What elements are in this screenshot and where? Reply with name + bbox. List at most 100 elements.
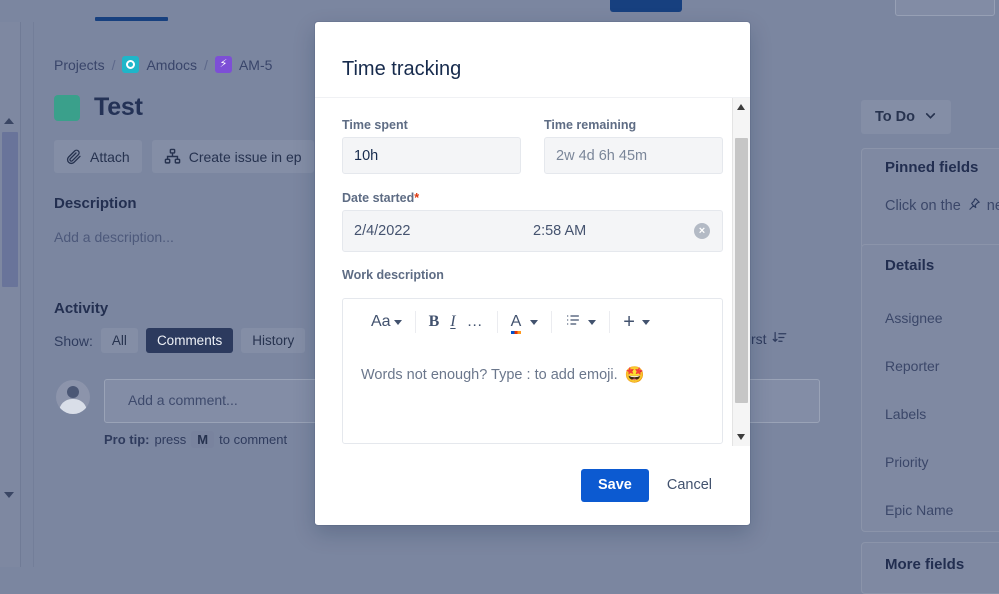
work-description-textarea[interactable]: Words not enough? Type : to add emoji. 🤩 xyxy=(343,345,722,405)
detail-field-assignee[interactable]: Assignee xyxy=(885,310,943,326)
description-placeholder[interactable]: Add a description... xyxy=(54,229,174,245)
clear-date-icon[interactable]: × xyxy=(694,223,710,239)
attach-button[interactable]: Attach xyxy=(54,140,142,173)
description-heading: Description xyxy=(54,195,137,212)
pro-tip-mid: press xyxy=(154,432,187,447)
pinned-desc-pre: Click on the xyxy=(885,198,961,214)
pro-tip-hint: Pro tip: press M to comment xyxy=(104,431,287,448)
toolbar-group-textstyle: Aa xyxy=(359,313,415,331)
project-avatar-icon xyxy=(122,56,140,73)
breadcrumb-separator-1: / xyxy=(111,56,116,73)
work-description-editor[interactable]: Aa B I … A + Words not enough? Type: to… xyxy=(342,298,723,444)
toolbar-group-lists xyxy=(552,312,609,332)
chevron-down-icon xyxy=(588,319,597,325)
breadcrumb-projects-link[interactable]: Projects xyxy=(54,57,105,73)
text-color-icon: A xyxy=(510,313,522,334)
detail-field-priority[interactable]: Priority xyxy=(885,454,929,470)
time-spent-group: Time spent xyxy=(342,118,521,174)
sort-descending-icon xyxy=(772,330,787,348)
pin-icon xyxy=(967,197,981,215)
detail-field-labels[interactable]: Labels xyxy=(885,406,926,422)
create-issue-in-epic-label: Create issue in ep xyxy=(188,148,302,165)
insert-button[interactable]: + xyxy=(623,312,650,332)
date-started-time-value[interactable]: 2:58 AM xyxy=(533,223,586,239)
detail-field-epic-name[interactable]: Epic Name xyxy=(885,502,953,518)
issue-title-row: Test xyxy=(54,93,143,122)
time-fields-row: Time spent Time remaining xyxy=(342,118,723,174)
details-title: Details xyxy=(885,257,935,274)
modal-vertical-scrollbar[interactable] xyxy=(732,98,750,446)
epic-type-icon: ⚡ xyxy=(214,56,232,73)
bulleted-list-icon xyxy=(565,312,581,332)
date-started-label: Date started* xyxy=(342,191,723,205)
scrollbar-thumb[interactable] xyxy=(2,132,18,287)
star-struck-emoji-icon: 🤩 xyxy=(624,367,645,384)
modal-scroll-down-arrow-icon[interactable] xyxy=(737,434,745,440)
pinned-desc-post: nex xyxy=(986,198,999,214)
cancel-button[interactable]: Cancel xyxy=(657,469,722,502)
chevron-down-icon xyxy=(530,319,539,325)
content-divider xyxy=(33,22,34,567)
detail-field-reporter[interactable]: Reporter xyxy=(885,358,939,374)
activity-sort-control[interactable]: first xyxy=(744,330,787,348)
time-tracking-modal: Time tracking Time spent Time remaining … xyxy=(315,22,750,525)
scroll-down-arrow-icon[interactable] xyxy=(4,492,14,498)
activity-filter-group: Show: All Comments History xyxy=(54,328,306,353)
more-formatting-button[interactable]: … xyxy=(467,314,484,329)
avatar xyxy=(56,380,90,414)
italic-button[interactable]: I xyxy=(450,313,455,331)
toolbar-group-inline: B I … xyxy=(416,313,497,331)
active-nav-tab-indicator[interactable] xyxy=(95,17,168,21)
lists-button[interactable] xyxy=(565,312,597,332)
modal-header: Time tracking xyxy=(315,22,750,98)
activity-filter-all[interactable]: All xyxy=(100,328,138,353)
chevron-down-icon xyxy=(393,319,402,325)
work-description-placeholder: Words not enough? Type : to add emoji. xyxy=(361,367,618,383)
activity-filter-history[interactable]: History xyxy=(241,328,306,353)
breadcrumb-issue-key-link[interactable]: AM-5 xyxy=(239,57,272,73)
text-style-button[interactable]: Aa xyxy=(371,313,402,331)
modal-scrollbar-thumb[interactable] xyxy=(735,138,748,403)
create-issue-in-epic-button[interactable]: Create issue in ep xyxy=(151,140,314,173)
save-button[interactable]: Save xyxy=(580,468,649,502)
chevron-down-icon xyxy=(924,109,937,126)
pinned-fields-title: Pinned fields xyxy=(885,159,979,176)
modal-title: Time tracking xyxy=(342,58,462,80)
text-style-label: Aa xyxy=(371,313,391,330)
date-started-date-value[interactable]: 2/4/2022 xyxy=(354,223,410,239)
breadcrumb: Projects / Amdocs / ⚡ AM-5 xyxy=(54,56,272,73)
chevron-down-icon xyxy=(641,319,650,325)
pro-tip-prefix: Pro tip: xyxy=(104,432,150,447)
issue-hierarchy-icon xyxy=(164,148,181,165)
issue-type-icon xyxy=(54,94,80,121)
status-dropdown-button[interactable]: To Do xyxy=(861,100,951,134)
page-title[interactable]: Test xyxy=(94,93,143,122)
modal-footer: Save Cancel xyxy=(315,446,750,524)
time-spent-label: Time spent xyxy=(342,118,408,132)
required-marker: * xyxy=(414,191,420,205)
bold-button[interactable]: B xyxy=(429,313,440,331)
issue-action-buttons: Attach Create issue in ep xyxy=(54,140,314,173)
pro-tip-shortcut-key: M xyxy=(191,431,215,448)
time-remaining-input[interactable] xyxy=(544,137,723,174)
breadcrumb-project-link[interactable]: Amdocs xyxy=(146,57,197,73)
global-search-input[interactable] xyxy=(895,0,995,16)
paperclip-icon xyxy=(66,149,82,165)
date-started-label-text: Date started xyxy=(342,191,415,205)
toolbar-group-insert: + xyxy=(610,312,663,332)
date-started-field[interactable]: 2/4/2022 2:58 AM × xyxy=(342,210,723,252)
window-vertical-scrollbar[interactable] xyxy=(0,22,21,567)
time-spent-input[interactable] xyxy=(342,137,521,174)
text-color-button[interactable]: A xyxy=(510,313,539,334)
activity-filter-comments[interactable]: Comments xyxy=(145,328,234,353)
editor-toolbar: Aa B I … A + xyxy=(343,299,722,345)
add-comment-placeholder: Add a comment... xyxy=(128,392,238,408)
time-remaining-label: Time remaining xyxy=(544,118,637,132)
details-card xyxy=(861,244,999,532)
modal-scroll-up-arrow-icon[interactable] xyxy=(737,104,745,110)
text-color-glyph: A xyxy=(510,313,522,330)
scroll-up-arrow-icon[interactable] xyxy=(4,118,14,124)
primary-nav-button[interactable] xyxy=(610,0,682,12)
activity-heading: Activity xyxy=(54,300,109,317)
status-badge: To Do xyxy=(875,109,915,125)
